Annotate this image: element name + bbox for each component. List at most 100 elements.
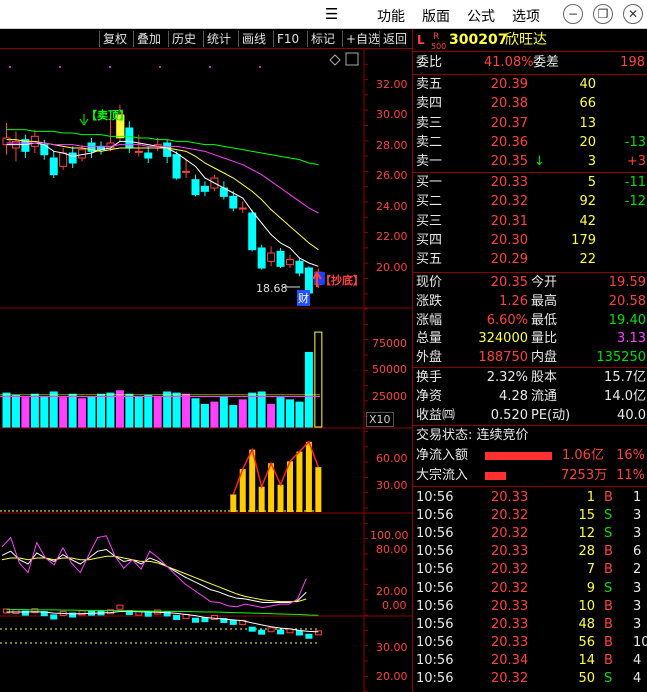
hamburger-menu-icon[interactable]: ☰ — [325, 5, 338, 23]
volume-bar — [172, 392, 181, 428]
candle-body — [286, 259, 294, 266]
toolbar-draw[interactable]: 画线 — [238, 31, 266, 47]
stat-label: 现价 — [416, 275, 443, 290]
ask-price: 20.37 — [490, 115, 528, 131]
block-inflow-bar — [485, 472, 506, 480]
bid-volume: 92 — [579, 194, 596, 210]
toolbar-add-watchlist[interactable]: +自选 — [342, 31, 380, 47]
fundamental-row[interactable]: 换手 2.32% 股本 15.7亿 — [413, 369, 647, 387]
bid-change: -12 — [624, 194, 646, 210]
candle-body — [295, 260, 304, 274]
stat-row[interactable]: 涨幅 6.60% 最低 19.40 — [413, 312, 647, 330]
toolbar-stats[interactable]: 统计 — [203, 31, 231, 47]
bid-row[interactable]: 买五 20.29 22 — [413, 251, 647, 269]
menu-function[interactable]: 功能 — [377, 6, 405, 26]
toolbar-overlay[interactable]: 叠加 — [133, 31, 161, 47]
fundamental-row[interactable]: 净资 4.28 流通 14.0亿 — [413, 388, 647, 406]
tick-volume: 12 — [578, 526, 595, 542]
ask-row[interactable]: 卖一 20.35 3 +3 ↓ — [413, 153, 647, 171]
indicator1-ytick: 60.00 — [376, 452, 408, 465]
tick-time: 10:56 — [416, 598, 454, 614]
tick-time: 10:56 — [416, 490, 454, 505]
toolbar-back[interactable]: 返回 — [379, 31, 407, 47]
tick-side: B — [604, 490, 613, 505]
stock-chart[interactable] — [0, 49, 412, 692]
tick-row[interactable]: 10:56 20.32 50 S 4 — [413, 670, 647, 688]
volume-bar — [238, 399, 247, 428]
stat-row[interactable]: 外盘 188750 内盘 135250 — [413, 349, 647, 367]
restore-icon[interactable]: ❐ — [593, 4, 613, 24]
bid-row[interactable]: 买二 20.32 92 -12 — [413, 193, 647, 211]
tick-price: 20.32 — [491, 508, 529, 524]
main-ytick: 24.00 — [376, 200, 408, 213]
menu-formula[interactable]: 公式 — [467, 6, 495, 26]
indicator-bar — [230, 494, 237, 512]
weibi-label: 委比 — [416, 55, 443, 70]
stat-value: 19.40 — [608, 312, 646, 328]
volume-bar — [182, 393, 191, 428]
candle-body — [257, 247, 266, 269]
tick-time: 10:56 — [416, 671, 454, 686]
volume-ytick: 50000 — [372, 363, 407, 376]
bid-row[interactable]: 买一 20.33 5 -11 — [413, 174, 647, 192]
tick-count: 3 — [633, 508, 642, 524]
top-marker-dot — [259, 66, 261, 68]
volume-ytick: 75000 — [372, 337, 407, 350]
bid-row[interactable]: 买三 20.31 42 — [413, 213, 647, 231]
indicator1-ytick: 30.00 — [376, 479, 408, 492]
cai-marker[interactable]: 财 — [297, 290, 310, 306]
tick-row[interactable]: 10:56 20.34 14 B 4 — [413, 652, 647, 670]
tick-row[interactable]: 10:56 20.33 48 B 3 — [413, 616, 647, 634]
tick-row[interactable]: 10:56 20.32 12 S 3 — [413, 525, 647, 543]
ask-row[interactable]: 卖五 20.39 40 — [413, 76, 647, 94]
scroll-icon — [345, 52, 359, 66]
ask-change: -13 — [624, 134, 646, 150]
tick-row[interactable]: 10:56 20.33 1 B 1 — [413, 489, 647, 507]
menu-options[interactable]: 选项 — [512, 6, 540, 26]
stat-row[interactable]: 涨跌 1.26 最高 20.58 — [413, 293, 647, 311]
tick-row[interactable]: 10:56 20.32 9 S 3 — [413, 580, 647, 598]
toolbar-mark[interactable]: 标记 — [307, 31, 335, 47]
ask-row[interactable]: 卖三 20.37 13 — [413, 115, 647, 133]
menu-layout[interactable]: 版面 — [422, 6, 450, 26]
tick-row[interactable]: 10:56 20.33 56 B 10 — [413, 634, 647, 652]
indicator2-ytick: 20.00 — [376, 585, 408, 598]
indicator-bar — [277, 484, 284, 512]
volume-bar — [125, 393, 134, 428]
tick-price: 20.34 — [491, 652, 529, 668]
tick-side: B — [604, 598, 613, 614]
bid-row[interactable]: 买四 20.30 179 — [413, 232, 647, 250]
tick-row[interactable]: 10:56 20.33 10 B 3 — [413, 598, 647, 616]
indicator3-candle — [305, 633, 313, 639]
tick-row[interactable]: 10:56 20.33 28 B 6 — [413, 543, 647, 561]
bid-volume: 42 — [579, 213, 596, 229]
main-ytick: 22.00 — [376, 230, 408, 243]
candle-body — [144, 152, 153, 159]
weicha-label: 委差 — [533, 55, 560, 70]
fund-label: 换手 — [416, 370, 443, 385]
tick-row[interactable]: 10:56 20.32 7 B 2 — [413, 561, 647, 579]
diamond-icon — [329, 54, 341, 66]
ask-row[interactable]: 卖四 20.38 66 — [413, 95, 647, 113]
toolbar-fuquan[interactable]: 复权 — [99, 31, 127, 47]
tick-volume: 1 — [586, 490, 595, 505]
ask-row[interactable]: 卖二 20.36 20 -13 — [413, 134, 647, 152]
stat-row[interactable]: 现价 20.35 今开 19.59 — [413, 274, 647, 292]
candle-body — [59, 152, 68, 167]
fund-label: PE(动) — [531, 407, 571, 423]
volume-bar — [49, 391, 58, 428]
indicator3-ytick: 20.00 — [376, 670, 408, 683]
tick-count: 4 — [633, 652, 642, 668]
candle-body — [172, 154, 181, 179]
minimize-icon[interactable]: − — [563, 4, 583, 24]
top-marker-dot — [159, 66, 161, 68]
tick-row[interactable]: 10:56 20.32 15 S 3 — [413, 507, 647, 525]
tick-time: 10:56 — [416, 544, 454, 560]
toolbar-f10[interactable]: F10 — [273, 31, 299, 47]
candle-body — [182, 170, 191, 173]
volume-bar — [153, 397, 162, 428]
close-icon[interactable]: ✕ — [623, 4, 643, 24]
fundamental-row[interactable]: 收益㈣ 0.520 PE(动) 40.0 — [413, 407, 647, 425]
toolbar-history[interactable]: 历史 — [168, 31, 196, 47]
stat-row[interactable]: 总量 324000 量比 3.13 — [413, 330, 647, 348]
